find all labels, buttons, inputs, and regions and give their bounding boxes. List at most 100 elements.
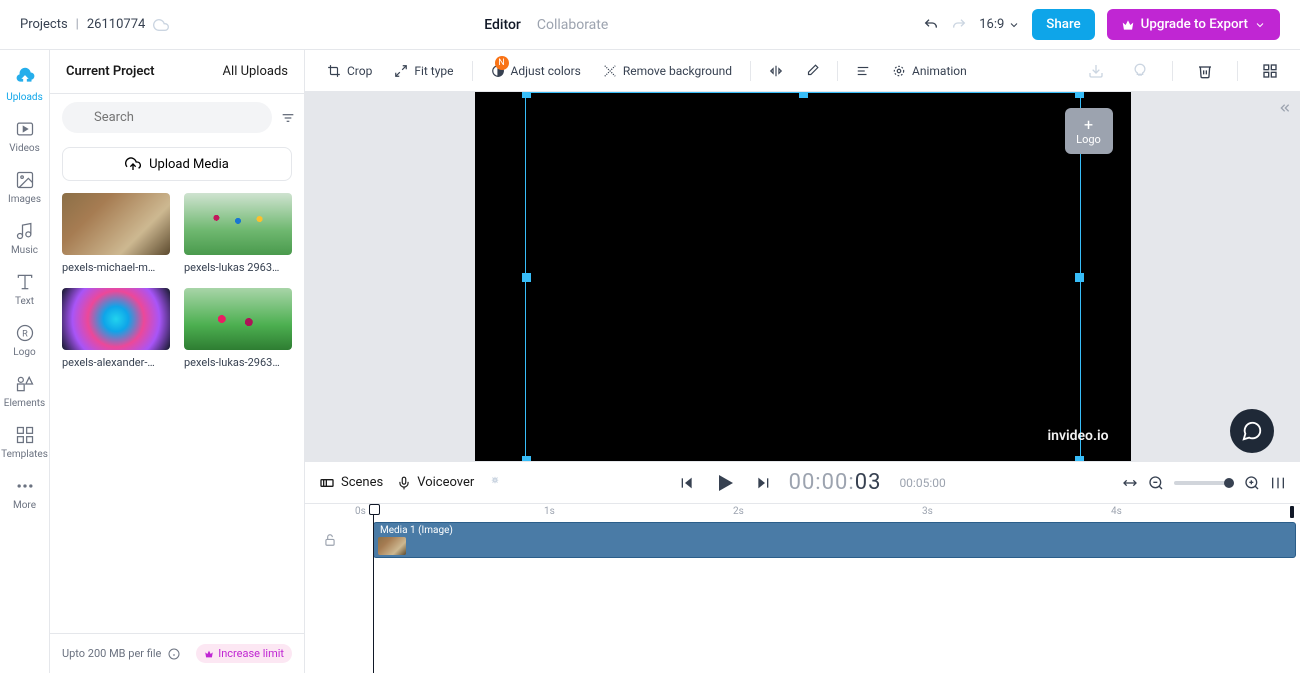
resize-handle[interactable] xyxy=(522,273,531,282)
media-filename: pexels-lukas-2963… xyxy=(184,356,292,369)
zoom-out-button[interactable] xyxy=(1148,475,1164,491)
eraser-icon xyxy=(603,64,617,78)
sidenav-videos[interactable]: Videos xyxy=(3,115,47,158)
media-thumbnail[interactable]: pexels-alexander-… xyxy=(62,288,170,369)
remove-background-button[interactable]: Remove background xyxy=(595,58,740,84)
aspect-ratio-select[interactable]: 16:9 xyxy=(979,17,1020,32)
search-input[interactable] xyxy=(62,102,272,133)
media-filename: pexels-alexander-… xyxy=(62,356,170,369)
crop-button[interactable]: Crop xyxy=(319,58,380,84)
chevron-down-icon xyxy=(1254,19,1266,31)
animation-button[interactable]: Animation xyxy=(884,58,975,84)
total-duration: 00:05:00 xyxy=(899,476,945,490)
animation-icon xyxy=(892,64,906,78)
help-button[interactable] xyxy=(1124,57,1156,85)
timeline-settings-button[interactable] xyxy=(1270,475,1286,491)
tab-collaborate[interactable]: Collaborate xyxy=(537,17,608,33)
info-icon xyxy=(168,648,180,660)
resize-handle[interactable] xyxy=(1075,456,1084,461)
context-toolbar: Crop Fit type N Adjust colors Remove bac… xyxy=(305,50,1300,92)
increase-limit-button[interactable]: Increase limit xyxy=(196,644,292,663)
voiceover-toggle[interactable]: Voiceover xyxy=(397,475,474,490)
next-frame-button[interactable] xyxy=(755,475,771,491)
ruler-tick: 4s xyxy=(1111,506,1122,517)
grid-view-button[interactable] xyxy=(1254,57,1286,85)
toolbar-separator xyxy=(472,61,473,81)
sidenav-images[interactable]: Images xyxy=(3,166,47,209)
fit-width-icon xyxy=(1122,475,1138,491)
play-button[interactable] xyxy=(713,471,737,495)
media-thumbnail[interactable]: pexels-michael-m… xyxy=(62,193,170,274)
redo-button[interactable] xyxy=(951,17,967,33)
flip-button[interactable] xyxy=(761,58,791,84)
chat-fab[interactable] xyxy=(1230,409,1274,453)
download-button[interactable] xyxy=(1080,57,1112,85)
top-bar: Projects | 26110774 Editor Collaborate 1… xyxy=(0,0,1300,50)
side-nav: Uploads Videos Images Music Text R Logo … xyxy=(0,50,50,673)
project-id: 26110774 xyxy=(87,17,145,32)
fit-timeline-button[interactable] xyxy=(1122,475,1138,491)
upgrade-button[interactable]: Upgrade to Export xyxy=(1107,9,1280,40)
canvas-area[interactable]: + Logo invideo.io xyxy=(305,92,1300,461)
tab-current-project[interactable]: Current Project xyxy=(66,64,155,79)
track-lock-icon[interactable] xyxy=(305,533,355,547)
more-icon xyxy=(15,476,35,496)
logo-r-icon: R xyxy=(15,323,35,343)
uploads-panel: Current Project All Uploads Upload Media… xyxy=(50,50,305,673)
zoom-in-button[interactable] xyxy=(1244,475,1260,491)
tab-editor[interactable]: Editor xyxy=(484,17,521,33)
playhead[interactable] xyxy=(373,504,374,673)
tab-all-uploads[interactable]: All Uploads xyxy=(223,64,288,79)
undo-button[interactable] xyxy=(923,17,939,33)
resize-handle[interactable] xyxy=(1075,273,1084,282)
logo-placeholder[interactable]: + Logo xyxy=(1065,108,1113,154)
sidenav-uploads[interactable]: Uploads xyxy=(3,62,47,107)
timeline[interactable]: 0s 1s 2s 3s 4s Media 1 (Image) xyxy=(305,503,1300,673)
filter-button[interactable] xyxy=(280,110,296,126)
zoom-in-icon xyxy=(1244,475,1260,491)
media-thumbnail[interactable]: pexels-lukas 2963… xyxy=(184,193,292,274)
shapes-icon xyxy=(15,374,35,394)
ruler-tick: 3s xyxy=(922,506,933,517)
color-picker-button[interactable] xyxy=(797,58,827,84)
adjust-colors-button[interactable]: N Adjust colors xyxy=(483,58,589,84)
preview-canvas[interactable]: + Logo invideo.io xyxy=(475,92,1131,461)
magic-icon[interactable] xyxy=(488,476,502,490)
video-track[interactable]: Media 1 (Image) xyxy=(355,522,1300,558)
svg-text:R: R xyxy=(22,329,28,339)
scenes-toggle[interactable]: Scenes xyxy=(319,475,383,491)
resize-handle[interactable] xyxy=(522,456,531,461)
selection-box[interactable] xyxy=(525,92,1081,461)
resize-handle[interactable] xyxy=(1075,92,1084,98)
slider-handle[interactable] xyxy=(1224,478,1234,488)
zoom-slider[interactable] xyxy=(1174,481,1234,485)
sidenav-elements[interactable]: Elements xyxy=(3,370,47,413)
end-marker[interactable] xyxy=(1290,506,1294,518)
projects-link[interactable]: Projects xyxy=(20,17,68,32)
sidenav-more[interactable]: More xyxy=(3,472,47,515)
prev-frame-button[interactable] xyxy=(679,475,695,491)
resize-handle[interactable] xyxy=(799,92,808,98)
align-button[interactable] xyxy=(848,58,878,84)
media-thumbnail[interactable]: pexels-lukas-2963… xyxy=(184,288,292,369)
editor-area: Crop Fit type N Adjust colors Remove bac… xyxy=(305,50,1300,673)
sidenav-logo[interactable]: R Logo xyxy=(3,319,47,362)
toolbar-separator xyxy=(750,61,751,81)
media-filename: pexels-lukas 2963… xyxy=(184,261,292,274)
timeline-clip[interactable]: Media 1 (Image) xyxy=(373,522,1296,558)
resize-handle[interactable] xyxy=(522,92,531,98)
delete-button[interactable] xyxy=(1189,57,1221,85)
image-icon xyxy=(15,170,35,190)
upload-media-button[interactable]: Upload Media xyxy=(62,147,292,181)
sidenav-music[interactable]: Music xyxy=(3,217,47,260)
fit-type-button[interactable]: Fit type xyxy=(386,58,461,84)
sidenav-text[interactable]: Text xyxy=(3,268,47,311)
share-button[interactable]: Share xyxy=(1032,9,1094,40)
trash-icon xyxy=(1197,63,1213,79)
collapse-right-panel-icon[interactable] xyxy=(1276,100,1292,116)
sidenav-templates[interactable]: Templates xyxy=(3,421,47,464)
clip-thumbnail xyxy=(378,537,406,555)
cloud-sync-icon xyxy=(153,17,169,33)
thumbnail-image xyxy=(184,288,292,350)
templates-icon xyxy=(15,425,35,445)
